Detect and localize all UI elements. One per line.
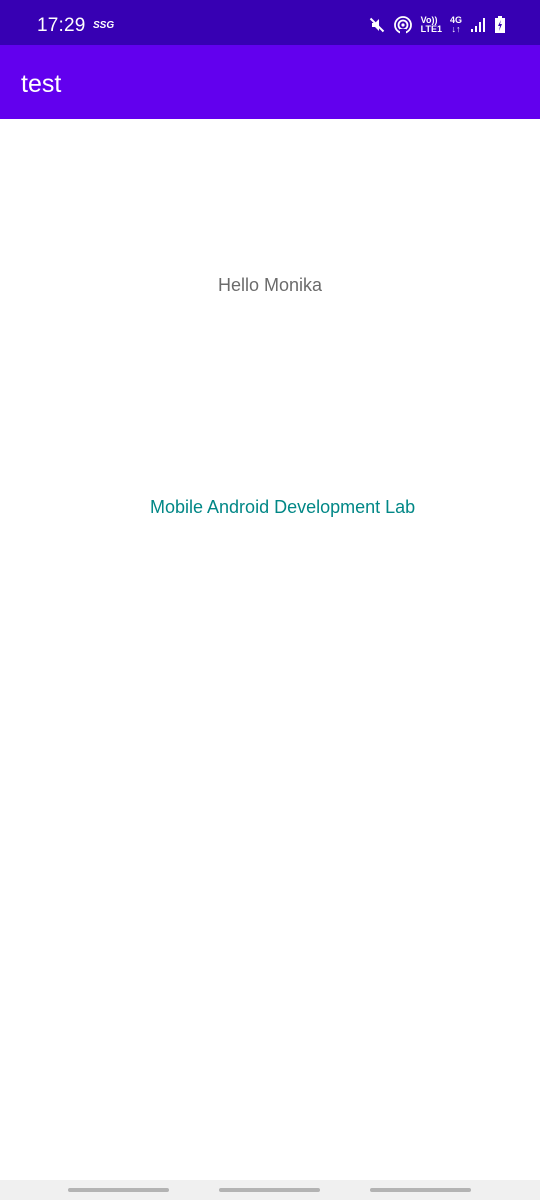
hotspot-icon xyxy=(393,15,413,35)
status-bar: 17:29 SSG Vo)) LTE1 4G ↓↑ xyxy=(0,0,540,45)
mute-icon xyxy=(369,17,385,33)
status-time: 17:29 xyxy=(37,15,86,36)
navigation-bar xyxy=(0,1180,540,1200)
nav-back-button[interactable] xyxy=(370,1188,471,1192)
nav-home-button[interactable] xyxy=(219,1188,320,1192)
app-bar: test xyxy=(0,45,540,119)
app-title: test xyxy=(21,70,62,98)
status-icons: Vo)) LTE1 4G ↓↑ xyxy=(369,14,506,36)
network-4g-icon: 4G ↓↑ xyxy=(450,16,462,34)
network-arrows-label: ↓↑ xyxy=(451,24,461,34)
signal-icon xyxy=(470,17,486,33)
nav-recents-button[interactable] xyxy=(68,1188,169,1192)
carrier-badge: SSG xyxy=(93,20,115,31)
lte1-label: LTE1 xyxy=(420,24,442,34)
battery-icon xyxy=(494,16,506,34)
greeting-text: Hello Monika xyxy=(217,275,323,295)
volte-icon: Vo)) LTE1 xyxy=(421,16,442,34)
lab-subtitle-text: Mobile Android Development Lab xyxy=(150,497,416,517)
